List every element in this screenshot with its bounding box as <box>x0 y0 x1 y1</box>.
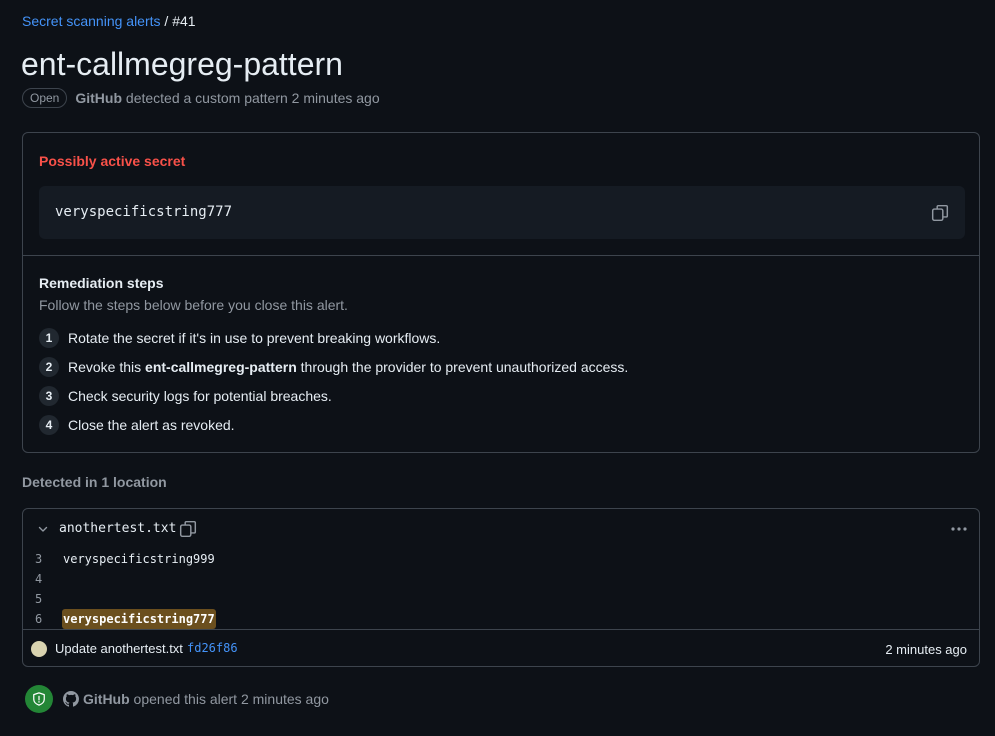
secret-card: Possibly active secret veryspecificstrin… <box>22 132 980 453</box>
line-number: 4 <box>35 572 43 586</box>
status-description: GitHub detected a custom pattern 2 minut… <box>75 90 379 106</box>
code-snippet: 3 veryspecificstring999 4 5 6 veryspecif… <box>23 549 979 629</box>
step-text: Rotate the secret if it's in use to prev… <box>68 329 441 346</box>
chevron-down-icon[interactable] <box>37 523 49 535</box>
code-line: 6 veryspecificstring777 <box>23 609 979 629</box>
timeline-event: GitHub opened this alert 2 minutes ago <box>25 685 329 713</box>
line-content: veryspecificstring999 <box>63 552 215 566</box>
secret-value: veryspecificstring777 <box>55 204 233 220</box>
file-name[interactable]: anothertest.txt <box>59 521 176 536</box>
timeline-actor[interactable]: GitHub <box>83 691 130 707</box>
remediation-step: 4 Close the alert as revoked. <box>39 410 628 439</box>
secret-validity: Possibly active secret <box>39 153 186 169</box>
timeline-description: opened this alert 2 minutes ago <box>133 691 329 707</box>
copy-icon[interactable] <box>931 204 949 222</box>
github-logo-icon <box>63 691 79 707</box>
remediation-steps: 1 Rotate the secret if it's in use to pr… <box>39 323 628 439</box>
commit-message: Update anothertest.txt <box>55 641 183 656</box>
breadcrumb-alert-number: #41 <box>172 13 196 29</box>
breadcrumb-link-secret-scanning[interactable]: Secret scanning alerts <box>22 13 161 29</box>
avatar <box>31 641 47 657</box>
shield-icon <box>25 685 53 713</box>
commit-footer: Update anothertest.txt fd26f86 2 minutes… <box>23 629 979 666</box>
line-number: 3 <box>35 552 43 566</box>
locations-heading: Detected in 1 location <box>22 474 167 490</box>
location-header: anothertest.txt <box>23 509 979 549</box>
remediation-title: Remediation steps <box>39 275 164 291</box>
code-line: 3 veryspecificstring999 <box>23 549 979 569</box>
line-number: 5 <box>35 592 43 606</box>
remediation-step: 1 Rotate the secret if it's in use to pr… <box>39 323 628 352</box>
step-number: 1 <box>39 327 59 348</box>
alert-status-row: Open GitHub detected a custom pattern 2 … <box>22 87 380 109</box>
code-line: 4 <box>23 569 979 589</box>
secret-value-box: veryspecificstring777 <box>39 186 965 239</box>
code-line: 5 <box>23 589 979 609</box>
step-number: 4 <box>39 414 59 435</box>
line-number: 6 <box>35 612 43 626</box>
commit-sha-link[interactable]: fd26f86 <box>187 641 238 655</box>
location-card: anothertest.txt 3 veryspecificstring999 … <box>22 508 980 667</box>
page-title: ent-callmegreg-pattern <box>21 46 343 82</box>
step-text: Revoke this ent-callmegreg-pattern throu… <box>68 359 628 375</box>
breadcrumb-separator: / <box>164 13 169 29</box>
copy-icon[interactable] <box>179 520 197 538</box>
timeline-text: GitHub opened this alert 2 minutes ago <box>83 691 329 707</box>
highlighted-secret: veryspecificstring777 <box>62 609 216 629</box>
step-text-post: through the provider to prevent unauthor… <box>296 358 629 375</box>
status-text: detected a custom pattern 2 minutes ago <box>125 90 380 106</box>
step-text: Close the alert as revoked. <box>68 416 235 433</box>
remediation-step: 2 Revoke this ent-callmegreg-pattern thr… <box>39 352 628 381</box>
step-number: 3 <box>39 385 59 406</box>
step-number: 2 <box>39 356 59 377</box>
commit-time: 2 minutes ago <box>885 642 967 657</box>
status-actor: GitHub <box>75 90 123 106</box>
step-text-pattern-name: ent-callmegreg-pattern <box>145 358 297 375</box>
status-badge: Open <box>22 88 68 108</box>
remediation-subtitle: Follow the steps below before you close … <box>39 297 348 313</box>
kebab-menu-icon[interactable] <box>949 519 969 539</box>
breadcrumb: Secret scanning alerts / #41 <box>22 12 196 30</box>
step-text: Check security logs for potential breach… <box>68 387 332 404</box>
remediation-step: 3 Check security logs for potential brea… <box>39 381 628 410</box>
card-divider <box>23 255 979 256</box>
step-text-pre: Revoke this <box>68 358 146 375</box>
